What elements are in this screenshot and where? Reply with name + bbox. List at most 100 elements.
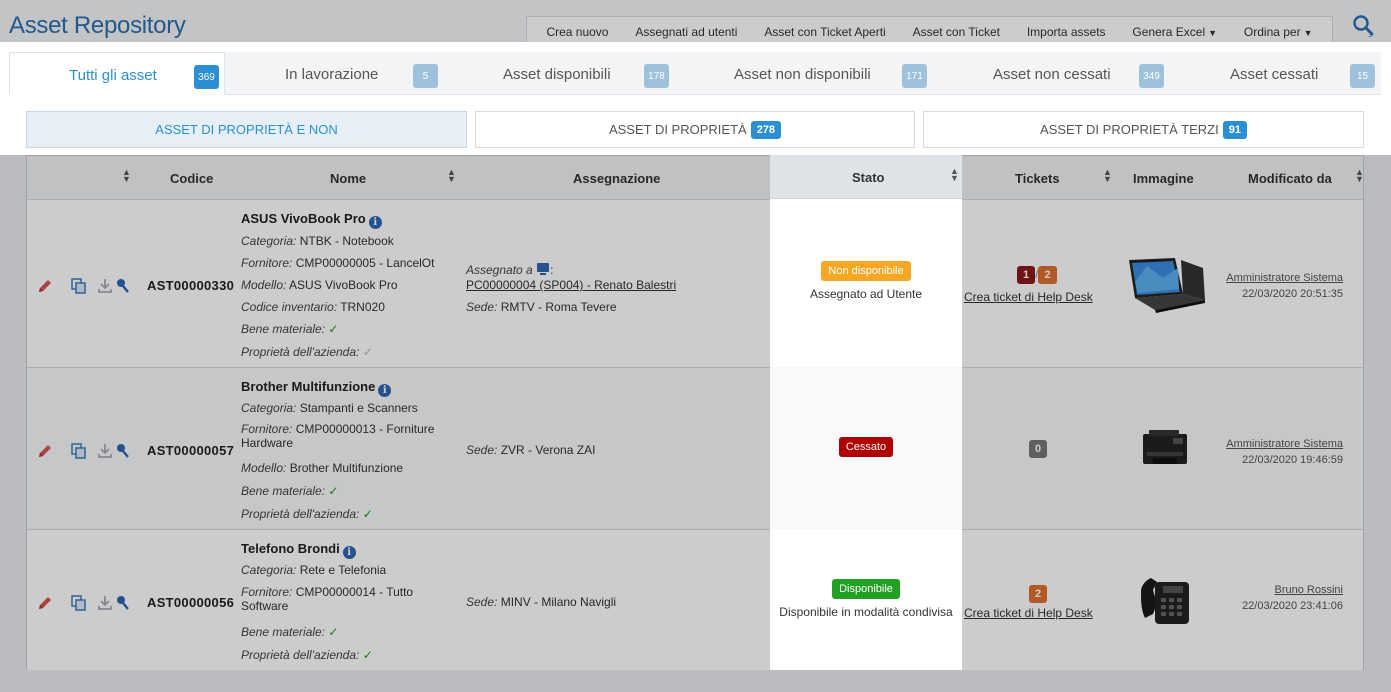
open-tickets-badge[interactable]: 1 [1017,266,1036,284]
field-label: Proprietà dell'azienda: [241,648,360,662]
edit-icon[interactable] [37,278,53,294]
tab-asset-disponibili[interactable]: Asset disponibili 178 [449,52,674,95]
create-ticket-link[interactable]: Crea ticket di Help Desk [964,290,1093,304]
tab-label: Asset non cessati [993,66,1111,83]
info-icon[interactable]: i [368,216,382,229]
field-value: Stampanti e Scanners [299,401,418,415]
asset-owned: Proprietà dell'azienda: ✓ [241,648,373,662]
locate-icon[interactable] [115,443,131,459]
modified-by: Amministratore Sistema 22/03/2020 19:46:5… [1226,436,1343,468]
asset-model: Modello: ASUS VivoBook Pro [241,278,398,292]
edit-icon[interactable] [37,443,53,459]
menu-genera-excel[interactable]: Genera Excel ▼ [1132,25,1217,39]
field-value: ZVR - Verona ZAI [500,443,596,457]
phone-image [1137,574,1193,633]
asset-site: Sede: MINV - Milano Navigli [466,595,616,609]
menu-ordina-per[interactable]: Ordina per ▼ [1244,25,1313,39]
stato-column-highlight: Non disponibile Assegnato ad Utente Cess… [770,155,962,670]
table-row: AST00000056 Telefono Brondi i Categoria: … [27,530,1363,670]
tab-asset-cessati[interactable]: Asset cessati 15 [1168,52,1381,95]
menu-asset-ticket-aperti[interactable]: Asset con Ticket Aperti [764,25,885,39]
tickets-badge[interactable]: 2 [1038,266,1057,284]
col-nome[interactable]: Nome [330,171,366,186]
sort-icon[interactable]: ▲ ▼ [950,167,959,183]
status-badge: Non disponibile [821,261,911,281]
download-icon[interactable] [97,443,113,459]
modified-by-user[interactable]: Amministratore Sistema [1226,272,1343,284]
tabs: Tutti gli asset 369 In lavorazione 5 Ass… [9,52,1381,95]
field-value: Rete e Telefonia [299,563,387,577]
status-badge: Cessato [838,437,894,457]
asset-site: Sede: RMTV - Roma Tevere [466,300,617,314]
asset-inventory-code: Codice inventario: TRN020 [241,300,385,314]
segment-proprieta-e-non[interactable]: ASSET DI PROPRIETÀ E NON [26,111,467,148]
modified-by: Amministratore Sistema 22/03/2020 20:51:3… [1226,270,1343,302]
status-sub: Assegnato ad Utente [809,287,923,301]
col-codice[interactable]: Codice [170,171,213,186]
assigned-link[interactable]: PC00000004 (SP004) - Renato Balestri [466,278,676,292]
segment-count-badge: 91 [1222,120,1247,139]
menu-assegnati-ad-utenti[interactable]: Assegnati ad utenti [635,25,737,39]
col-modificato-da[interactable]: Modificato da [1248,171,1332,186]
stato-header[interactable]: Stato ▲ ▼ [770,155,962,199]
sort-icon[interactable]: ▲ ▼ [447,168,456,184]
download-icon[interactable] [97,278,113,294]
ticket-counts: 2 [1029,585,1048,603]
field-label: Bene materiale: [241,322,326,336]
field-value: CMP00000005 - LancelOt [295,256,435,270]
tab-label: Asset cessati [1230,66,1319,83]
col-assegnazione[interactable]: Assegnazione [573,171,660,186]
locate-icon[interactable] [115,595,131,611]
asset-table: ▲ ▼ Codice Nome ▲ ▼ Assegnazione Tickets ▲… [26,155,1364,670]
asset-code: AST00000330 [147,278,235,293]
ticket-counts: 0 [1029,440,1048,458]
table-header: ▲ ▼ Codice Nome ▲ ▼ Assegnazione Tickets ▲… [27,156,1364,200]
modified-by-user[interactable]: Bruno Rossini [1275,584,1343,596]
sort-icon[interactable]: ▲ ▼ [1103,168,1112,184]
copy-icon[interactable] [71,443,87,459]
tab-count-badge: 349 [1139,64,1164,88]
col-tickets[interactable]: Tickets [1015,171,1060,186]
tab-count-badge: 171 [902,64,927,88]
search-icon[interactable]: 3 [1352,14,1376,39]
asset-tangible: Bene materiale: ✓ [241,484,338,498]
menu-asset-con-ticket[interactable]: Asset con Ticket [913,25,1000,39]
sort-icon[interactable]: ▲ ▼ [1355,168,1364,184]
tickets-badge[interactable]: 2 [1029,585,1048,603]
segment-proprieta[interactable]: ASSET DI PROPRIETÀ 278 [475,111,915,148]
col-immagine[interactable]: Immagine [1133,171,1194,186]
svg-text:3: 3 [1368,31,1372,38]
check-icon: ✓ [328,625,339,639]
printer-image [1139,428,1191,473]
tab-in-lavorazione[interactable]: In lavorazione 5 [225,52,449,95]
col-stato[interactable]: Stato [852,170,885,185]
ticket-counts: 1/2 [1017,266,1057,284]
copy-icon[interactable] [71,595,87,611]
field-label: Bene materiale: [241,484,326,498]
asset-tangible: Bene materiale: ✓ [241,322,338,336]
copy-icon[interactable] [71,278,87,294]
tab-asset-non-disponibili[interactable]: Asset non disponibili 171 [674,52,930,95]
computer-icon [536,263,550,277]
asset-name: Brother Multifunzione i [241,379,392,397]
segment-proprieta-terzi[interactable]: ASSET DI PROPRIETÀ TERZI 91 [923,111,1364,148]
genera-excel-label: Genera Excel [1132,24,1206,39]
status-badge: Disponibile [832,579,900,599]
create-ticket-link[interactable]: Crea ticket di Help Desk [964,606,1093,620]
locate-icon[interactable] [115,278,131,294]
tab-asset-non-cessati[interactable]: Asset non cessati 349 [930,52,1168,95]
info-icon[interactable]: i [378,384,392,397]
asset-supplier: Fornitore: CMP00000005 - LancelOt [241,256,434,270]
modified-by-user[interactable]: Amministratore Sistema [1226,438,1343,450]
tab-tutti-gli-asset[interactable]: Tutti gli asset 369 [9,52,225,95]
info-icon[interactable]: i [342,546,356,559]
edit-icon[interactable] [37,595,53,611]
download-icon[interactable] [97,595,113,611]
caret-down-icon: ▼ [1208,27,1218,38]
segment-label: ASSET DI PROPRIETÀ [608,122,747,137]
tickets-badge[interactable]: 0 [1029,440,1048,458]
sort-icon[interactable]: ▲ ▼ [122,168,131,184]
menu-crea-nuovo[interactable]: Crea nuovo [546,25,608,39]
field-label: Fornitore: [241,256,293,270]
menu-importa-assets[interactable]: Importa assets [1027,25,1106,39]
